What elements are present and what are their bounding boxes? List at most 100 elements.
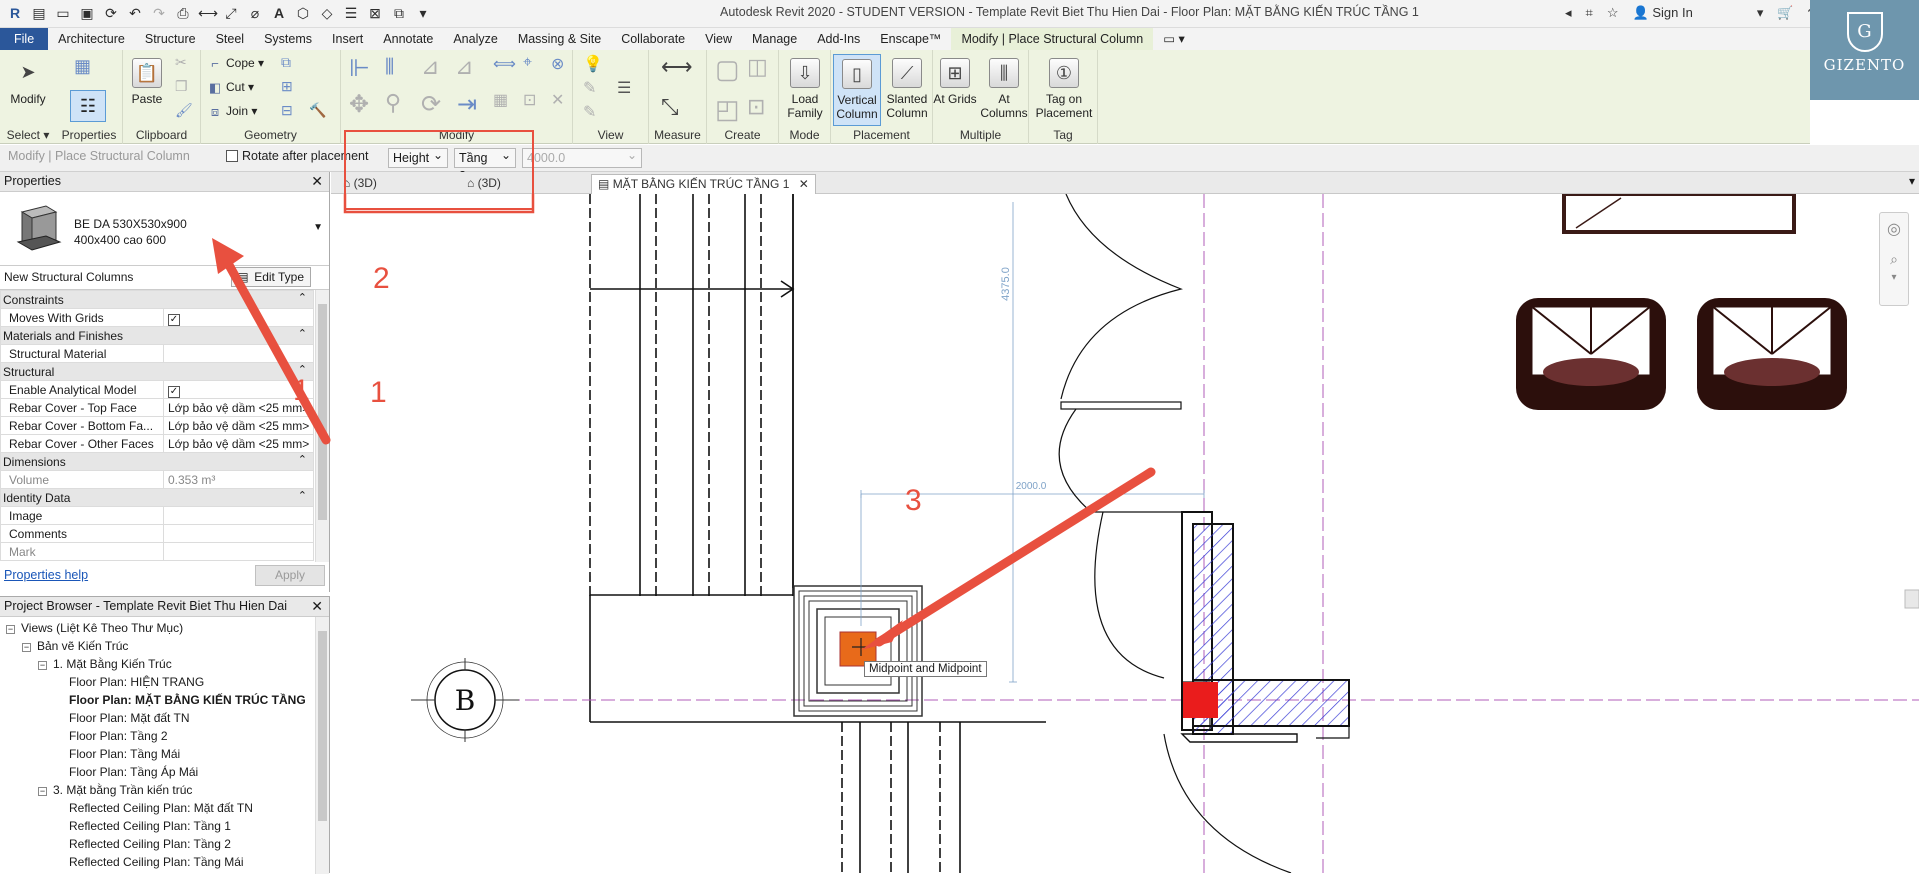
- level-select[interactable]: Tầng 2: [454, 146, 516, 183]
- override-graphics-icon[interactable]: ✎: [583, 78, 596, 98]
- switch-windows-icon[interactable]: ⧉: [390, 4, 408, 22]
- ribbon-tab-annotate[interactable]: Annotate: [373, 28, 443, 50]
- rotate-after-placement-checkbox[interactable]: Rotate after placement: [226, 149, 368, 163]
- revit-logo-icon[interactable]: R: [6, 4, 24, 22]
- join-button[interactable]: ⧈ Join ▾: [207, 104, 258, 120]
- property-checkbox[interactable]: ✓: [168, 314, 180, 326]
- rotate-icon[interactable]: ⟳: [421, 90, 441, 119]
- armchair-left[interactable]: [1516, 298, 1666, 410]
- properties-toggle-button[interactable]: ☷: [70, 90, 106, 122]
- hide-icon[interactable]: 💡: [583, 54, 603, 74]
- view-tab-3d-1[interactable]: ⌂ (3D): [337, 174, 383, 194]
- ribbon-tab-view[interactable]: View: [695, 28, 742, 50]
- view-tab-3d-2[interactable]: ⌂ (3D): [461, 174, 507, 194]
- view-tab-close-icon[interactable]: ✕: [799, 177, 809, 191]
- aligned-dimension-icon[interactable]: ⤢: [222, 4, 240, 22]
- thin-lines-icon[interactable]: ☰: [342, 4, 360, 22]
- browser-node[interactable]: Reflected Ceiling Plan: Tầng Mái: [0, 853, 316, 871]
- modify-button[interactable]: ➤ Modify: [6, 58, 50, 106]
- cart-icon[interactable]: 🛒: [1777, 5, 1793, 21]
- browser-node[interactable]: Floor Plan: HIỆN TRANG: [0, 673, 316, 691]
- ribbon-tab-collaborate[interactable]: Collaborate: [611, 28, 695, 50]
- property-value[interactable]: 0.353 m³: [163, 470, 314, 489]
- tag-on-placement-button[interactable]: ① Tag on Placement: [1033, 58, 1095, 120]
- browser-node[interactable]: Floor Plan: Tầng Mái: [0, 745, 316, 763]
- demolish-icon[interactable]: 🔨: [309, 102, 326, 119]
- property-group[interactable]: Materials and Finishes: [0, 326, 314, 345]
- 3d-view-icon[interactable]: ⬡: [294, 4, 312, 22]
- browser-node[interactable]: Reflected Ceiling Plan: Mặt đất TN: [0, 799, 316, 817]
- property-value[interactable]: ✓: [163, 308, 314, 327]
- infocenter-chevron-icon[interactable]: ◂: [1565, 5, 1572, 21]
- close-hidden-icon[interactable]: ⊠: [366, 4, 384, 22]
- mirror-axis-icon[interactable]: ⊿: [421, 54, 439, 80]
- open-icon[interactable]: ▤: [30, 4, 48, 22]
- l-shaped-wall[interactable]: [1180, 511, 1350, 743]
- scale-icon[interactable]: ⊡: [523, 90, 536, 110]
- property-value[interactable]: ✓: [163, 380, 314, 399]
- properties-help-link[interactable]: Properties help: [4, 568, 88, 582]
- property-group[interactable]: Identity Data: [0, 488, 314, 507]
- ribbon-tab-modify-place-structural-column[interactable]: Modify | Place Structural Column: [951, 28, 1154, 50]
- copy-icon[interactable]: ❐: [175, 78, 188, 95]
- vertical-column-button[interactable]: ▯ Vertical Column: [833, 54, 881, 126]
- open-folder-icon[interactable]: ▭: [54, 4, 72, 22]
- property-value[interactable]: [163, 542, 314, 561]
- type-selector[interactable]: BE DA 530X530x900 400x400 cao 600 ▼: [0, 192, 329, 266]
- instance-filter[interactable]: New Structural Columns ▤ Edit Type: [0, 266, 329, 290]
- rotate-checkbox-box[interactable]: [226, 150, 238, 162]
- split-icon[interactable]: ⟺: [493, 54, 516, 74]
- create-assembly-icon[interactable]: ▢: [715, 54, 740, 85]
- sync-icon[interactable]: ⟳: [102, 4, 120, 22]
- ribbon-tab-massing-site[interactable]: Massing & Site: [508, 28, 611, 50]
- sign-in-button[interactable]: 👤 Sign In: [1633, 5, 1693, 21]
- align-icon[interactable]: ⊩: [349, 54, 370, 83]
- apply-button[interactable]: Apply: [255, 565, 325, 586]
- browser-node[interactable]: Floor Plan: MẶT BẰNG KIẾN TRÚC TẦNG: [0, 691, 316, 709]
- properties-scroll-thumb[interactable]: [318, 304, 327, 520]
- armchair-right[interactable]: [1697, 298, 1847, 410]
- ribbon-tab-analyze[interactable]: Analyze: [443, 28, 507, 50]
- steering-wheel-icon[interactable]: ◎: [1880, 219, 1908, 239]
- ribbon-tab-structure[interactable]: Structure: [135, 28, 206, 50]
- ribbon-tab-enscape[interactable]: Enscape™: [870, 28, 951, 50]
- text-icon[interactable]: A: [270, 4, 288, 22]
- slanted-column-button[interactable]: ⟋ Slanted Column: [883, 58, 931, 120]
- ribbon-tab-context-menu-icon[interactable]: ▭ ▾: [1153, 28, 1195, 50]
- browser-node[interactable]: −3. Mặt bằng Trần kiến trúc: [0, 781, 316, 799]
- linework-icon[interactable]: ✎: [583, 102, 596, 122]
- drawing-canvas[interactable]: B 4375.0 2000.0 Midpoint and Midpoint ◎ …: [293, 194, 1919, 873]
- height-depth-select[interactable]: Height: [388, 146, 448, 168]
- ribbon-tab-systems[interactable]: Systems: [254, 28, 322, 50]
- undo-icon[interactable]: ↶: [126, 4, 144, 22]
- browser-node[interactable]: Reflected Ceiling Plan: Tầng 1: [0, 817, 316, 835]
- wall-joins-icon[interactable]: ⊞: [281, 78, 293, 95]
- ribbon-tab-manage[interactable]: Manage: [742, 28, 807, 50]
- browser-node[interactable]: Floor Plan: Mặt đất TN: [0, 709, 316, 727]
- redo-icon[interactable]: ↷: [150, 4, 168, 22]
- cope-button[interactable]: ⌐ Cope ▾: [207, 56, 264, 72]
- type-properties-icon[interactable]: ▦: [74, 56, 91, 77]
- at-grids-button[interactable]: ⊞ At Grids: [933, 58, 977, 106]
- ribbon-tab-steel[interactable]: Steel: [206, 28, 255, 50]
- create-group-icon[interactable]: ◰: [715, 94, 740, 125]
- print-icon[interactable]: ⎙: [174, 4, 192, 22]
- browser-node[interactable]: Floor Plan: Tầng Áp Mái: [0, 763, 316, 781]
- property-value[interactable]: Lớp bảo vệ dầm <25 mm>: [163, 434, 314, 453]
- measure-between-icon[interactable]: ⟷: [661, 54, 693, 80]
- property-value[interactable]: [163, 506, 314, 525]
- offset-icon[interactable]: ⫴: [385, 54, 394, 80]
- pin-icon[interactable]: ⌖: [523, 54, 532, 72]
- binoculars-icon[interactable]: ⌗: [1586, 5, 1593, 21]
- ribbon-tab-insert[interactable]: Insert: [322, 28, 373, 50]
- create-similar-icon[interactable]: ⊡: [747, 94, 765, 120]
- browser-node[interactable]: −1. Mặt Bằng Kiến Trúc: [0, 655, 316, 673]
- property-group[interactable]: Structural: [0, 362, 314, 381]
- edit-type-button[interactable]: ▤ Edit Type: [231, 267, 311, 287]
- property-value[interactable]: Lớp bảo vệ dầm <25 mm>: [163, 416, 314, 435]
- dropdown-icon[interactable]: ▾: [1757, 5, 1764, 21]
- property-group[interactable]: Dimensions: [0, 452, 314, 471]
- at-columns-button[interactable]: ⫼ At Columns: [979, 58, 1029, 120]
- property-checkbox[interactable]: ✓: [168, 386, 180, 398]
- property-value[interactable]: [163, 344, 314, 363]
